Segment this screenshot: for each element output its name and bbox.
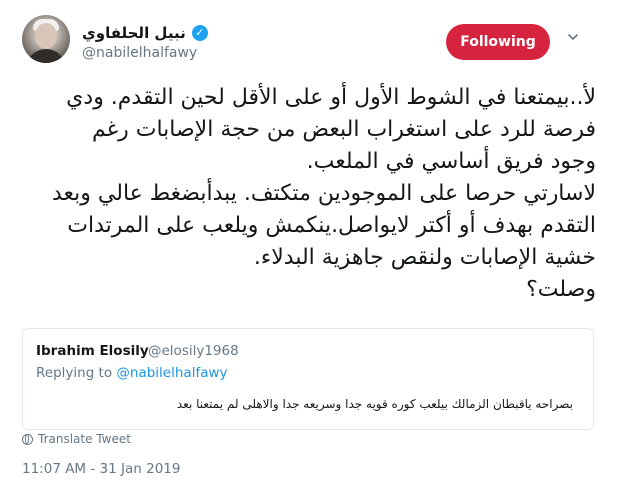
- avatar[interactable]: [22, 15, 70, 63]
- tweet-line: فرصة للرد على استغراب البعض من حجة الإصا…: [91, 117, 596, 142]
- tweet-line: وصلت؟: [526, 277, 596, 302]
- tweet-line: وجود فريق أساسي في الملعب.: [306, 149, 596, 174]
- author-display-name[interactable]: نبيل الحلفاوي: [82, 24, 186, 42]
- translate-tweet-label: Translate Tweet: [38, 432, 131, 446]
- tweet-line: لأ..بيمتعنا في الشوط الأول أو على الأقل …: [66, 85, 596, 110]
- following-button[interactable]: Following: [446, 24, 550, 60]
- avatar-face: [35, 23, 57, 49]
- author-name-row[interactable]: نبيل الحلفاوي ✓: [82, 24, 208, 42]
- verified-badge-icon: ✓: [191, 25, 208, 41]
- chevron-down-icon[interactable]: [568, 32, 578, 42]
- replying-to: Replying to @nabilelhalfawy: [36, 365, 228, 381]
- tweet-card: نبيل الحلفاوي ✓ @nabilelhalfawy Followin…: [0, 0, 618, 495]
- translate-tweet-link[interactable]: Translate Tweet: [22, 432, 131, 446]
- quoted-tweet[interactable]: Ibrahim Elosily @elosily1968 Replying to…: [22, 328, 594, 430]
- tweet-timestamp[interactable]: 11:07 AM - 31 Jan 2019: [22, 461, 180, 477]
- replying-to-prefix: Replying to: [36, 365, 117, 381]
- quoted-author-name: Ibrahim Elosily: [36, 343, 149, 359]
- tweet-line: لاسارتي حرصا على الموجودين متكتف. يبدأبض…: [52, 181, 596, 206]
- replying-to-link[interactable]: @nabilelhalfawy: [116, 365, 227, 381]
- quoted-author-handle: @elosily1968: [148, 343, 239, 359]
- avatar-shoulders: [26, 49, 66, 63]
- globe-icon: [22, 433, 33, 445]
- author-handle[interactable]: @nabilelhalfawy: [82, 45, 197, 61]
- tweet-line: التقدم بهدف أو أكتر لايواصل.ينكمش ويلعب …: [67, 213, 596, 238]
- tweet-text: لأ..بيمتعنا في الشوط الأول أو على الأقل …: [16, 82, 596, 306]
- tweet-line: خشية الإصابات ولنقص جاهزية البدلاء.: [253, 245, 596, 270]
- quoted-tweet-text: بصراحه ياقبطان الزمالك بيلعب كوره قويه ج…: [176, 397, 573, 411]
